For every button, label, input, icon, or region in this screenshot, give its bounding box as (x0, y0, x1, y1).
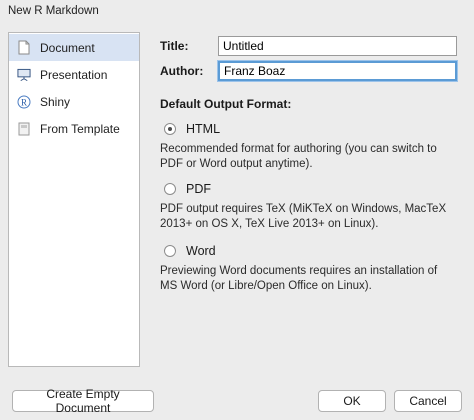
create-empty-document-button[interactable]: Create Empty Document (12, 387, 154, 415)
shiny-icon: R (17, 94, 31, 110)
output-option-html: HTML Recommended format for authoring (y… (160, 122, 460, 172)
sidebar-item-document[interactable]: Document (9, 34, 139, 61)
template-icon (17, 121, 31, 137)
word-label[interactable]: Word (186, 244, 216, 258)
new-r-markdown-dialog: New R Markdown Document Presentation R S… (0, 0, 474, 420)
output-format-heading: Default Output Format: (160, 97, 292, 111)
svg-text:R: R (21, 97, 27, 107)
cancel-button[interactable]: Cancel (394, 390, 462, 412)
sidebar-item-label: Document (40, 40, 95, 55)
word-radio[interactable] (164, 245, 176, 257)
sidebar-item-presentation[interactable]: Presentation (9, 61, 139, 88)
output-option-pdf: PDF PDF output requires TeX (MiKTeX on W… (160, 182, 460, 232)
sidebar-item-label: Presentation (40, 67, 108, 82)
title-row: Title: (160, 36, 457, 56)
word-description: Previewing Word documents requires an in… (160, 265, 438, 292)
sidebar-item-shiny[interactable]: R Shiny (9, 88, 139, 115)
author-label: Author: (160, 64, 204, 78)
sidebar-item-label: Shiny (40, 94, 71, 109)
html-label[interactable]: HTML (186, 122, 220, 136)
title-label: Title: (160, 39, 189, 53)
output-option-word: Word Previewing Word documents requires … (160, 244, 460, 294)
pdf-radio[interactable] (164, 183, 176, 195)
presentation-icon (17, 67, 31, 83)
sidebar-item-from-template[interactable]: From Template (9, 115, 139, 142)
author-input[interactable] (218, 61, 457, 81)
window-title: New R Markdown (8, 5, 99, 17)
html-description: Recommended format for authoring (you ca… (160, 143, 437, 170)
document-icon (17, 40, 31, 56)
ok-button[interactable]: OK (318, 390, 386, 412)
author-row: Author: (160, 61, 457, 81)
pdf-description: PDF output requires TeX (MiKTeX on Windo… (160, 203, 447, 230)
sidebar-item-label: From Template (40, 121, 120, 136)
title-input[interactable] (218, 36, 457, 56)
pdf-label[interactable]: PDF (186, 182, 211, 196)
html-radio[interactable] (164, 123, 176, 135)
template-type-list: Document Presentation R Shiny From Templ… (8, 32, 140, 367)
